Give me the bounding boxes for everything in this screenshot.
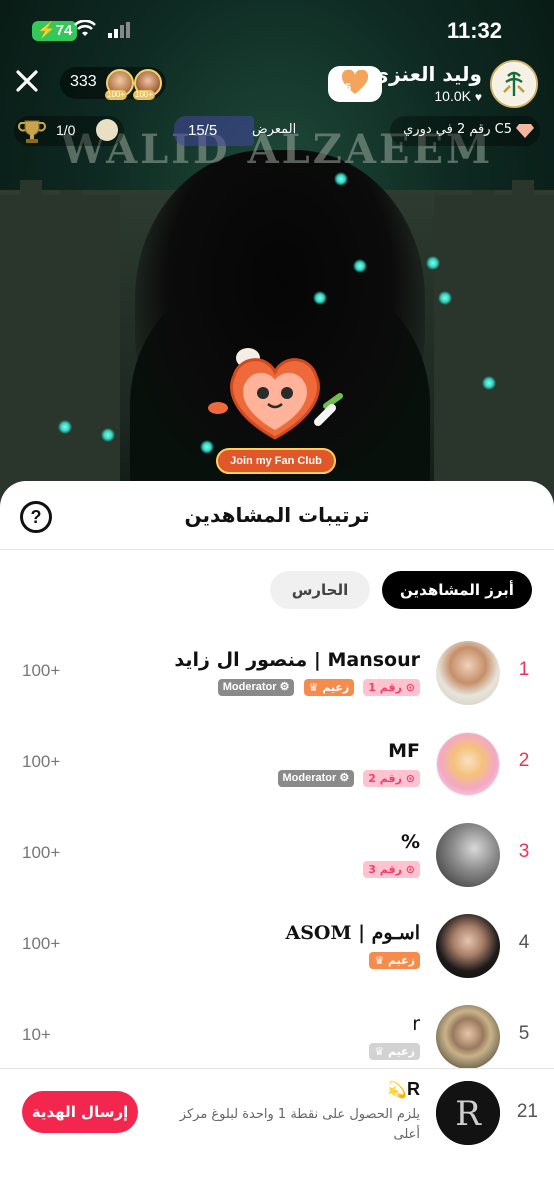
viewer-level-badge: 100+	[133, 90, 156, 100]
viewer-count-pill[interactable]: 333 100+ 100+	[60, 67, 166, 100]
svg-text:R: R	[455, 1094, 482, 1134]
rank-number: 4	[518, 932, 530, 953]
exhibit-pill[interactable]: 15/5	[174, 116, 254, 146]
status-bar: ⚡74 11:32	[0, 16, 554, 46]
live-stream-view: WALID ALZAEEM ⚡74 11:32 333 100+ 100+ ول…	[0, 0, 554, 520]
battery-indicator: ⚡74	[32, 21, 78, 41]
badge-group: زعيم ♛	[365, 1043, 420, 1061]
score: 100+	[22, 843, 61, 862]
fan-club-promo[interactable]: Join my Fan Club	[200, 338, 350, 478]
fan-club-button[interactable]: 5	[328, 66, 382, 102]
zaeem-badge: زعيم ♛	[369, 952, 420, 969]
heart-mascot-icon	[208, 348, 343, 440]
avatar-letter-icon: R	[436, 1081, 500, 1145]
avatar[interactable]	[436, 823, 500, 887]
viewer-name: %	[400, 831, 420, 853]
fan-club-promo-label: Join my Fan Club	[216, 448, 336, 474]
zaeem-badge: زعيم ♛	[369, 1043, 420, 1060]
host-card[interactable]: وليد العنزي 10.0K ♥ 5	[328, 60, 538, 108]
badge-group: زعيم ♛	[365, 952, 420, 970]
badge-group: ⊙ رقم 3	[359, 861, 420, 879]
ranking-row[interactable]: 3 % ⊙ رقم 3 100+	[0, 813, 554, 903]
my-rank-bar: 21 R 💫R يلزم الحصول على نقطة 1 واحدة لبل…	[0, 1068, 554, 1199]
fan-club-level: 5	[345, 82, 352, 94]
rank-number: 2	[518, 750, 530, 771]
right-tower	[434, 195, 554, 515]
sparkle	[426, 256, 440, 270]
viewer-name: MF	[388, 740, 420, 762]
rank-badge: ⊙ رقم 2	[363, 770, 420, 787]
avatar[interactable]	[436, 732, 500, 796]
top-viewer-avatar[interactable]: 100+	[105, 69, 134, 100]
rank-number: 3	[518, 841, 530, 862]
zaeem-badge: زعيم ♛	[303, 679, 355, 696]
stream-info-row: 1/0 15/5 المعرض رقم 2 في دوري C5	[14, 116, 540, 146]
viewer-level-badge: 100+	[105, 90, 128, 100]
my-avatar[interactable]: R	[436, 1081, 500, 1145]
sparkle	[313, 291, 327, 305]
send-gift-button[interactable]: إرسال الهدية	[22, 1091, 138, 1133]
rank-number: 5	[518, 1023, 530, 1044]
sparkle	[334, 172, 348, 186]
my-name: 💫R	[387, 1079, 420, 1099]
rank-badge: ⊙ رقم 1	[363, 679, 420, 696]
crenel	[60, 190, 82, 208]
viewer-count: 333	[70, 73, 97, 90]
divider	[0, 549, 554, 550]
tab-top-viewers[interactable]: أبرز المشاهدين	[382, 571, 532, 609]
viewer-ranking-sheet: ? ترتيبات المشاهدين أبرز المشاهدين الحار…	[0, 481, 554, 1199]
rank-up-hint: يلزم الحصول على نقطة 1 واحدة لبلوغ مركز …	[179, 1107, 420, 1142]
badge-group: ⊙ رقم 2 Moderator ⚙	[274, 770, 420, 788]
score: 100+	[22, 752, 61, 771]
crenel	[472, 190, 494, 208]
score: 100+	[22, 661, 61, 680]
host-likes: 10.0K ♥	[434, 88, 482, 104]
diamond-icon	[516, 124, 534, 138]
sparkle	[438, 291, 452, 305]
exhibit-label: المعرض	[252, 122, 297, 137]
avatar[interactable]	[436, 641, 500, 705]
score: 10+	[22, 1025, 51, 1044]
ranking-row[interactable]: 1 منصور ال زايد | Mansour ⊙ رقم 1 زعيم ♛…	[0, 631, 554, 721]
left-tower	[0, 195, 120, 515]
top-viewer-avatar[interactable]: 100+	[133, 69, 162, 100]
wifi-icon	[74, 20, 96, 36]
clock: 11:32	[446, 18, 502, 43]
viewer-name: ASOM | اسـوم	[285, 922, 420, 944]
crenel	[512, 180, 534, 198]
viewer-name: منصور ال زايد | Mansour	[174, 649, 420, 671]
trophy-icon	[18, 120, 46, 143]
ranking-tabs: أبرز المشاهدين الحارس	[270, 571, 532, 609]
league-rank-pill[interactable]: رقم 2 في دوري C5	[390, 116, 540, 146]
host-avatar[interactable]	[490, 60, 538, 108]
league-rank-text: رقم 2 في دوري C5	[403, 122, 512, 137]
avatar[interactable]	[436, 1005, 500, 1069]
rank-number: 1	[518, 659, 530, 680]
trophy-score: 1/0	[56, 122, 76, 138]
sparkle	[353, 259, 367, 273]
host-logo-icon	[493, 63, 535, 105]
sparkle	[101, 428, 115, 442]
moderator-badge: Moderator ⚙	[277, 770, 355, 787]
host-name: وليد العنزي	[370, 62, 482, 86]
exhibit-count: 15/5	[188, 122, 218, 139]
pk-trophy-pill[interactable]: 1/0	[14, 116, 124, 146]
rank-badge: ⊙ رقم 3	[363, 861, 420, 878]
ranking-row[interactable]: 4 ASOM | اسـوم زعيم ♛ 100+	[0, 904, 554, 994]
badge-group: ⊙ رقم 1 زعيم ♛ Moderator ⚙	[214, 679, 420, 697]
crenel	[20, 180, 42, 198]
signal-icon	[108, 22, 130, 38]
viewer-name: r	[412, 1013, 420, 1035]
ranking-row[interactable]: 2 MF ⊙ رقم 2 Moderator ⚙ 100+	[0, 722, 554, 812]
team-logo-icon	[96, 119, 118, 141]
sparkle	[482, 376, 496, 390]
sheet-title: ترتيبات المشاهدين	[184, 503, 370, 527]
sparkle	[58, 420, 72, 434]
close-icon[interactable]	[12, 66, 42, 96]
moderator-badge: Moderator ⚙	[217, 679, 295, 696]
my-rank-number: 21	[516, 1101, 538, 1122]
avatar[interactable]	[436, 914, 500, 978]
tab-guardian[interactable]: الحارس	[270, 571, 370, 609]
score: 100+	[22, 934, 61, 953]
